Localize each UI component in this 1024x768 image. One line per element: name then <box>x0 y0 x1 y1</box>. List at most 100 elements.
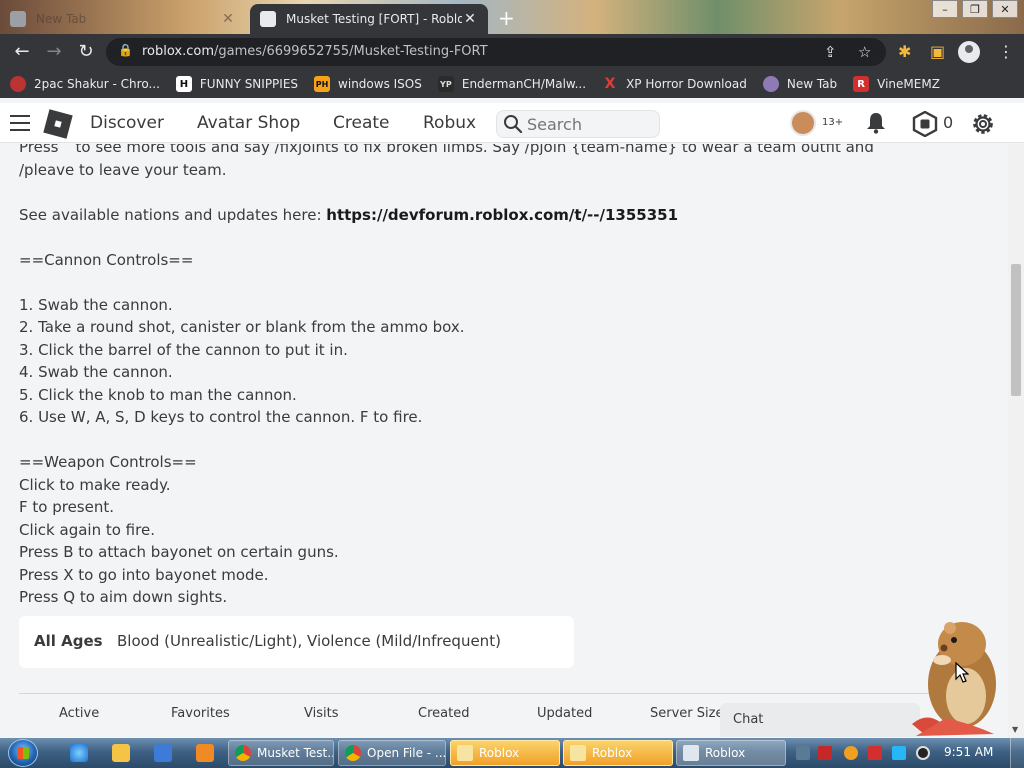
roblox-logo-icon[interactable] <box>43 109 73 139</box>
new-tab-plus-icon[interactable]: + <box>498 6 515 30</box>
taskbar-roblox-2[interactable]: Roblox <box>563 740 673 766</box>
media-player-icon[interactable] <box>154 744 172 762</box>
address-url[interactable]: roblox.com/games/6699652755/Musket-Testi… <box>142 44 488 59</box>
tray-network-icon[interactable] <box>796 746 810 760</box>
weapon-step: F to present. <box>19 498 115 516</box>
windows-taskbar: Musket Test... Open File - ... Roblox Ro… <box>0 738 1024 768</box>
windows-start-button[interactable] <box>8 739 38 767</box>
cannon-step: 5. Click the knob to man the cannon. <box>19 385 297 404</box>
taskbar-roblox-1[interactable]: Roblox <box>450 740 560 766</box>
cannon-step: 2. Take a round shot, canister or blank … <box>19 318 465 336</box>
age-rating: All Ages <box>34 632 103 650</box>
bookmark-label: New Tab <box>786 77 838 91</box>
extensions-puzzle-icon[interactable]: ✱ <box>898 42 911 61</box>
show-desktop-button[interactable] <box>1010 738 1024 768</box>
stat-label-created: Created <box>418 706 470 721</box>
side-panel-icon[interactable]: ▣ <box>930 42 945 61</box>
taskbar-chrome-open-file[interactable]: Open File - ... <box>338 740 446 766</box>
address-bar[interactable]: 🔒 roblox.com/games/6699652755/Musket-Tes… <box>106 38 886 66</box>
tab-close-icon[interactable]: ✕ <box>462 11 478 27</box>
chrome-menu-kebab-icon[interactable]: ⋮ <box>998 42 1014 61</box>
globe-favicon-icon <box>762 76 779 92</box>
bookmark-label: EndermanCH/Malw... <box>461 77 587 91</box>
bookmark-funny-snippies[interactable]: H FUNNY SNIPPIES <box>175 76 298 92</box>
tab-close-icon[interactable]: ✕ <box>220 11 236 27</box>
nav-link-create[interactable]: Create <box>333 113 390 133</box>
roblox-search-box[interactable] <box>496 110 660 138</box>
bookmark-label: 2pac Shakur - Chro... <box>34 77 160 91</box>
scroll-down-arrow-icon[interactable]: ▼ <box>1012 725 1018 734</box>
taskbar-roblox-3[interactable]: Roblox <box>676 740 786 766</box>
task-label: Open File - ... <box>367 746 446 760</box>
new-tab-favicon-icon <box>10 11 26 27</box>
bookmark-xp-horror[interactable]: X XP Horror Download <box>602 76 747 92</box>
bookmark-endermanch[interactable]: YP EndermanCH/Malw... <box>437 76 587 92</box>
weapon-step: Press Q to aim down sights. <box>19 588 228 606</box>
internet-explorer-icon[interactable] <box>70 744 88 762</box>
age-badge: 13+ <box>822 117 844 128</box>
task-label: Musket Test... <box>257 746 334 760</box>
browser-tab-new-tab[interactable]: New Tab ✕ <box>0 4 246 34</box>
bookmark-label: VineMEMZ <box>877 77 940 91</box>
stats-divider <box>19 693 989 694</box>
browser-tab-strip: New Tab ✕ Musket Testing [FORT] - Roblox… <box>0 0 1024 34</box>
scrollbar-thumb[interactable] <box>1011 264 1021 396</box>
forward-arrow-icon[interactable]: → <box>42 40 66 64</box>
paint-icon[interactable] <box>196 744 214 762</box>
share-icon[interactable]: ⇪ <box>824 43 837 61</box>
hamburger-menu-icon[interactable] <box>10 115 30 131</box>
taskbar-clock[interactable]: 9:51 AM <box>944 745 993 759</box>
browser-tab-musket-testing[interactable]: Musket Testing [FORT] - Roblox ✕ <box>250 4 488 34</box>
page-scrollbar[interactable]: ▼ <box>1008 144 1024 738</box>
task-label: Roblox <box>479 746 520 760</box>
nations-devforum-link[interactable]: https://devforum.roblox.com/t/--/1355351 <box>326 206 678 224</box>
notifications-bell-icon[interactable] <box>866 112 886 134</box>
nations-prefix: See available nations and updates here: <box>19 205 327 224</box>
lock-icon[interactable]: 🔒 <box>118 43 133 61</box>
tray-flag-icon[interactable] <box>868 746 882 760</box>
search-icon <box>504 115 523 134</box>
robux-icon[interactable] <box>912 111 938 137</box>
bookmark-vinememz[interactable]: R VineMEMZ <box>853 76 940 92</box>
robux-balance[interactable]: 0 <box>943 113 953 132</box>
roblox-favicon-icon <box>260 11 276 27</box>
stat-label-visits: Visits <box>304 706 339 721</box>
bookmark-windows-isos[interactable]: PH windows ISOS <box>314 76 422 92</box>
search-input[interactable] <box>527 114 653 134</box>
stat-label-updated: Updated <box>537 706 593 721</box>
bookmark-label: windows ISOS <box>338 77 422 91</box>
x-favicon-icon: X <box>604 76 616 92</box>
weapon-step: Click to make ready. <box>19 475 171 494</box>
description-intro-line-1: Press ` to see more tools and say /fixjo… <box>19 144 874 156</box>
tray-volume-icon[interactable] <box>916 746 930 760</box>
bookmark-star-icon[interactable]: ☆ <box>858 43 871 61</box>
task-label: Roblox <box>592 746 633 760</box>
reload-icon[interactable]: ↻ <box>74 40 98 64</box>
nav-link-discover[interactable]: Discover <box>90 113 164 133</box>
tray-v-icon[interactable] <box>818 746 832 760</box>
weapon-controls-heading: ==Weapon Controls== <box>19 453 197 471</box>
file-explorer-icon[interactable] <box>112 744 130 762</box>
close-window-button[interactable]: ✕ <box>992 0 1018 18</box>
back-arrow-icon[interactable]: ← <box>10 40 34 64</box>
profile-avatar-icon[interactable] <box>958 41 980 63</box>
bookmarks-bar: 2pac Shakur - Chro... H FUNNY SNIPPIES P… <box>0 70 1024 98</box>
chat-bar[interactable]: Chat <box>720 703 920 737</box>
minimize-window-button[interactable]: – <box>932 0 958 18</box>
bookmark-2pac[interactable]: 2pac Shakur - Chro... <box>10 76 160 92</box>
game-description-page: Press ` to see more tools and say /fixjo… <box>0 144 1008 738</box>
tray-display-icon[interactable] <box>892 746 906 760</box>
nav-link-robux[interactable]: Robux <box>423 113 476 133</box>
restore-window-button[interactable]: ❐ <box>962 0 988 18</box>
taskbar-chrome-musket-testing[interactable]: Musket Test... <box>228 740 334 766</box>
weapon-step: Click again to fire. <box>19 520 155 539</box>
nav-link-avatar-shop[interactable]: Avatar Shop <box>197 113 300 133</box>
tray-search-icon[interactable] <box>844 746 858 760</box>
bookmark-label: XP Horror Download <box>626 77 747 91</box>
content-descriptors: Blood (Unrealistic/Light), Violence (Mil… <box>117 632 501 650</box>
chrome-icon <box>235 745 251 761</box>
settings-gear-icon[interactable] <box>970 111 996 137</box>
cannon-controls-heading: ==Cannon Controls== <box>19 250 194 269</box>
user-avatar[interactable] <box>790 110 816 136</box>
bookmark-new-tab[interactable]: New Tab <box>762 76 838 92</box>
